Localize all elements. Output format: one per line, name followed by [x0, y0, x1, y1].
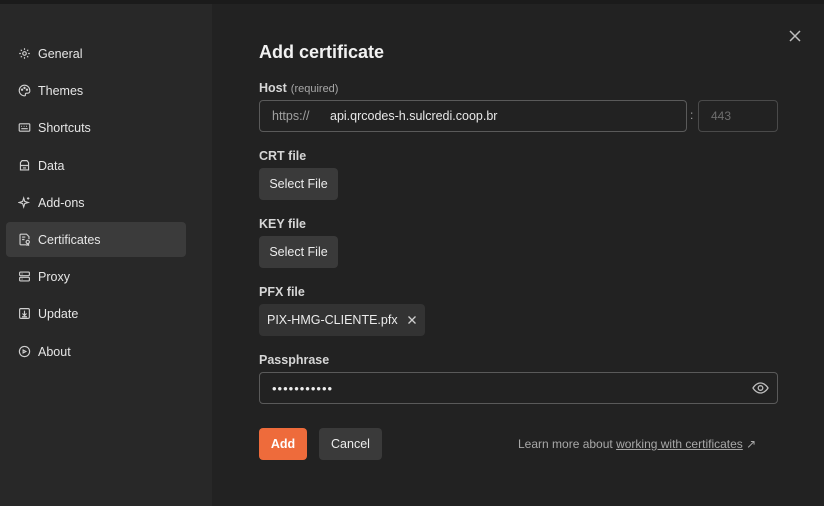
host-protocol-prefix: https:// [272, 109, 310, 123]
host-port-separator: : [690, 108, 694, 122]
passphrase-label: Passphrase [259, 353, 330, 367]
sidebar-item-add-ons[interactable]: Add-ons [6, 185, 186, 220]
sidebar-item-data[interactable]: Data [6, 148, 186, 183]
pfx-file-chip: PIX-HMG-CLIENTE.pfx [259, 304, 425, 336]
passphrase-input[interactable]: ••••••••••• [259, 372, 778, 404]
sidebar-item-about[interactable]: About [6, 334, 186, 369]
download-icon [18, 307, 31, 320]
sidebar-item-label: Proxy [38, 269, 70, 284]
sidebar-item-update[interactable]: Update [6, 296, 186, 331]
close-button[interactable] [787, 28, 803, 44]
database-icon [18, 159, 31, 172]
pfx-file-label: PFX file [259, 285, 305, 299]
host-required-hint: (required) [290, 83, 339, 95]
sidebar-item-general[interactable]: General [6, 36, 186, 71]
working-with-certificates-link[interactable]: working with certificates [616, 437, 743, 451]
crt-file-label: CRT file [259, 149, 307, 163]
dialog-title: Add certificate [259, 42, 385, 62]
server-icon [18, 270, 31, 283]
sparkle-icon [18, 196, 31, 209]
close-icon [788, 29, 802, 43]
sidebar-item-themes[interactable]: Themes [6, 73, 186, 108]
keyboard-icon [18, 121, 31, 134]
host-value: api.qrcodes-h.sulcredi.coop.br [330, 109, 498, 123]
crt-select-file-button[interactable]: Select File [259, 168, 338, 200]
sidebar-item-label: About [38, 344, 71, 359]
sidebar-item-label: Shortcuts [38, 120, 91, 135]
gear-icon [18, 47, 31, 60]
sidebar-item-label: Data [38, 158, 65, 173]
cancel-button[interactable]: Cancel [319, 428, 382, 460]
host-label: Host (required) [259, 81, 338, 95]
palette-icon [18, 84, 31, 97]
key-file-label: KEY file [259, 217, 307, 231]
sidebar-item-shortcuts[interactable]: Shortcuts [6, 110, 186, 145]
external-link-icon: ↗ [746, 437, 757, 451]
sidebar-item-label: General [38, 46, 83, 61]
key-select-file-button[interactable]: Select File [259, 236, 338, 268]
sidebar-item-label: Certificates [38, 232, 101, 247]
host-label-text: Host [259, 81, 287, 95]
host-input[interactable]: https:// api.qrcodes-h.sulcredi.coop.br [259, 100, 687, 132]
eye-icon[interactable] [752, 380, 769, 396]
info-icon [18, 345, 31, 358]
sidebar-item-label: Add-ons [38, 195, 85, 210]
sidebar-item-certificates[interactable]: Certificates [6, 222, 186, 257]
learn-more-prefix: Learn more about [518, 437, 613, 451]
certificate-icon [18, 233, 31, 246]
learn-more-text: Learn more about working with certificat… [518, 437, 756, 451]
port-input[interactable]: 443 [698, 100, 778, 132]
add-button[interactable]: Add [259, 428, 307, 460]
settings-sidebar: General Themes Shortcuts Data Add-ons Ce… [0, 4, 212, 506]
sidebar-item-label: Themes [38, 83, 84, 98]
remove-file-icon[interactable] [407, 315, 417, 325]
pfx-file-name: PIX-HMG-CLIENTE.pfx [267, 313, 398, 327]
sidebar-item-proxy[interactable]: Proxy [6, 259, 186, 294]
sidebar-item-label: Update [38, 306, 79, 321]
